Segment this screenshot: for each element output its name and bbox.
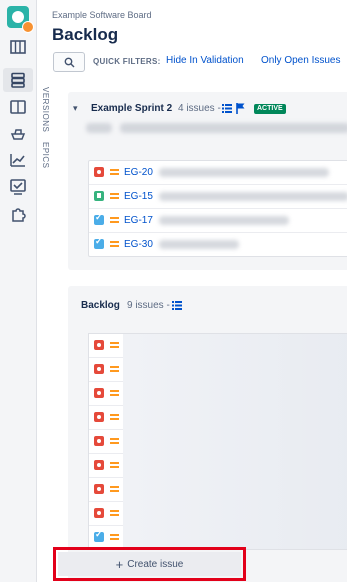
addons-icon[interactable]	[8, 205, 28, 223]
task-icon	[94, 236, 104, 249]
create-issue-button[interactable]: + Create issue	[58, 552, 241, 576]
backlog-issue-count: 9 issues -	[127, 300, 170, 311]
table-row[interactable]: EG-20	[89, 161, 347, 185]
bug-icon	[94, 340, 104, 350]
table-row[interactable]: EG-17	[89, 209, 347, 233]
roadmap-icon[interactable]	[8, 38, 28, 56]
issues-list-icon[interactable]	[172, 301, 182, 310]
flag-icon	[236, 103, 245, 114]
project-avatar[interactable]	[7, 6, 34, 33]
priority-medium-icon	[110, 390, 119, 396]
table-row[interactable]	[89, 526, 123, 550]
bug-icon	[94, 167, 104, 177]
story-icon	[94, 191, 104, 201]
issues-icon[interactable]	[8, 178, 28, 196]
table-row[interactable]	[89, 406, 123, 430]
side-tabs: VERSIONS EPICS	[36, 80, 50, 582]
table-row[interactable]	[89, 334, 123, 358]
backlog-title: Backlog	[81, 300, 120, 311]
blurred-content	[86, 123, 112, 133]
bug-icon	[94, 412, 104, 422]
priority-medium-icon	[110, 342, 119, 348]
priority-medium-icon	[110, 414, 119, 420]
chevron-down-icon[interactable]: ▾	[73, 103, 78, 114]
backlog-issue-list	[88, 333, 347, 550]
bug-icon	[94, 436, 104, 446]
priority-medium-icon	[110, 169, 119, 175]
priority-medium-icon	[110, 241, 119, 247]
backlog-icon[interactable]	[3, 68, 33, 92]
priority-medium-icon	[110, 193, 119, 199]
priority-medium-icon	[110, 534, 119, 540]
blurred-content	[120, 123, 347, 133]
bug-icon	[94, 460, 104, 470]
bug-icon	[94, 388, 104, 398]
search-icon	[64, 57, 74, 67]
issue-key[interactable]: EG-17	[124, 215, 153, 226]
epics-tab[interactable]: EPICS	[36, 142, 50, 169]
releases-icon[interactable]	[8, 125, 28, 143]
reports-icon[interactable]	[8, 151, 28, 169]
task-icon	[94, 529, 104, 542]
table-row[interactable]: EG-15	[89, 185, 347, 209]
search-button[interactable]	[53, 52, 85, 72]
quick-filter-hide-in-validation[interactable]: Hide In Validation	[166, 55, 244, 66]
bug-icon	[94, 484, 104, 494]
issues-list-icon[interactable]	[222, 104, 232, 113]
priority-medium-icon	[110, 510, 119, 516]
issue-key[interactable]: EG-30	[124, 239, 153, 250]
issue-key[interactable]: EG-20	[124, 167, 153, 178]
left-nav	[0, 0, 37, 582]
sprint-name: Example Sprint 2	[91, 103, 173, 114]
bug-icon	[94, 508, 104, 518]
bug-icon	[94, 364, 104, 374]
table-row[interactable]	[89, 478, 123, 502]
priority-medium-icon	[110, 217, 119, 223]
sprint-issue-count: 4 issues -	[178, 103, 221, 114]
sprint-issue-list: EG-20 EG-15 EG-17 EG-30	[88, 160, 347, 257]
issue-key[interactable]: EG-15	[124, 191, 153, 202]
priority-medium-icon	[110, 486, 119, 492]
task-icon	[94, 212, 104, 225]
table-row[interactable]	[89, 358, 123, 382]
table-row[interactable]	[89, 454, 123, 478]
priority-medium-icon	[110, 462, 119, 468]
quick-filters-label: QUICK FILTERS:	[93, 57, 161, 66]
breadcrumb[interactable]: Example Software Board	[52, 10, 152, 20]
blurred-content	[123, 334, 347, 549]
create-issue-label: Create issue	[127, 558, 184, 570]
table-row[interactable]	[89, 502, 123, 526]
table-row[interactable]: EG-30	[89, 233, 347, 256]
plus-icon: +	[115, 556, 124, 572]
page-title: Backlog	[52, 25, 119, 44]
sprint-status-badge: ACTIVE	[254, 104, 286, 114]
versions-tab[interactable]: VERSIONS	[36, 87, 50, 132]
board-icon[interactable]	[8, 98, 28, 116]
table-row[interactable]	[89, 382, 123, 406]
priority-medium-icon	[110, 366, 119, 372]
table-row[interactable]	[89, 430, 123, 454]
priority-medium-icon	[110, 438, 119, 444]
quick-filter-only-open-issues[interactable]: Only Open Issues	[261, 55, 340, 66]
